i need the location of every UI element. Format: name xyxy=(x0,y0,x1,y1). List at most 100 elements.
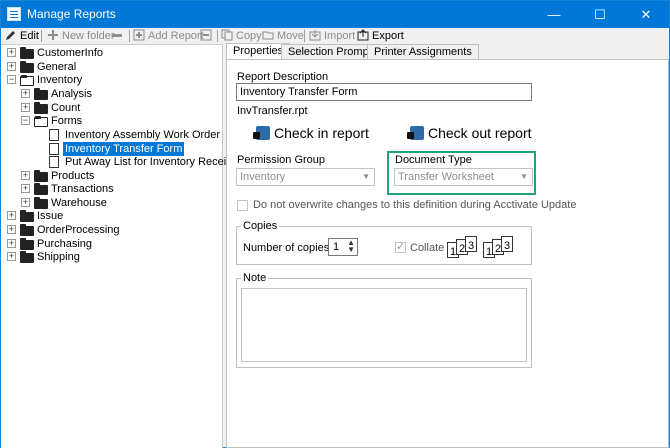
page-icon: 3 xyxy=(465,236,477,252)
number-of-copies-stepper[interactable]: 1 ▲ ▼ xyxy=(328,238,358,256)
folder-icon xyxy=(34,183,48,195)
title-bar: Manage Reports — ☐ ✕ xyxy=(1,1,669,28)
tree-item-label: Transactions xyxy=(51,183,114,195)
page-icon: 3 xyxy=(501,236,513,252)
import-button[interactable]: Import xyxy=(309,29,355,43)
stepper-arrows-icon[interactable]: ▲ ▼ xyxy=(347,239,355,254)
collate-checkbox[interactable] xyxy=(395,240,406,253)
permission-group-select[interactable]: Inventory ▼ xyxy=(236,168,375,186)
report-filename: InvTransfer.rpt xyxy=(237,105,308,117)
tree-item-label: Put Away List for Inventory Receipts xyxy=(65,156,241,168)
report-tree[interactable]: + CustomerInfo + General − Inventory + A… xyxy=(1,44,241,448)
export-label: Export xyxy=(372,30,404,42)
uncollate-pages-icon: 1 2 3 xyxy=(483,236,517,260)
folder-icon xyxy=(20,238,34,250)
expand-icon[interactable]: + xyxy=(21,103,30,112)
collapse-icon[interactable]: − xyxy=(7,75,16,84)
report-description-label: Report Description xyxy=(237,71,329,83)
check-out-report-button[interactable]: Check out report xyxy=(407,123,532,143)
plus-icon xyxy=(47,29,59,41)
collapse-icon[interactable]: − xyxy=(21,116,30,125)
tree-item-label: Inventory xyxy=(37,74,83,86)
new-folder-label: New folder xyxy=(62,30,115,42)
expand-icon[interactable]: + xyxy=(7,48,16,57)
note-group-title: Note xyxy=(241,272,269,284)
folder-icon xyxy=(20,210,34,222)
copies-group-title: Copies xyxy=(241,220,280,232)
chevron-down-icon: ▼ xyxy=(362,172,370,181)
import-icon xyxy=(309,29,321,41)
folder-icon xyxy=(20,251,34,263)
app-icon xyxy=(7,7,21,21)
expand-icon[interactable]: + xyxy=(7,225,16,234)
folder-open-icon xyxy=(20,75,34,86)
note-textarea[interactable] xyxy=(241,288,527,362)
properties-panel: Report Description Inventory Transfer Fo… xyxy=(226,59,669,448)
new-folder-button[interactable]: New folder xyxy=(47,29,115,43)
tree-item-label: General xyxy=(37,61,77,73)
delete-report-button[interactable] xyxy=(200,29,215,43)
check-in-label: Check in report xyxy=(274,125,369,141)
folder-icon xyxy=(20,224,34,236)
tree-item-label: Warehouse xyxy=(51,197,107,209)
minimize-button[interactable]: — xyxy=(531,1,577,28)
tree-item-label: Count xyxy=(51,102,81,114)
number-of-copies-label: Number of copies: xyxy=(243,242,333,254)
toolbar-separator xyxy=(41,30,42,42)
close-button[interactable]: ✕ xyxy=(623,1,669,28)
expand-icon[interactable]: + xyxy=(21,171,30,180)
expand-icon[interactable]: + xyxy=(7,252,16,261)
document-type-select[interactable]: Transfer Worksheet ▼ xyxy=(394,168,533,186)
delete-report-icon xyxy=(200,29,212,41)
edit-label: Edit xyxy=(20,30,39,42)
no-overwrite-label: Do not overwrite changes to this definit… xyxy=(253,199,577,211)
chevron-down-icon: ▼ xyxy=(520,172,528,181)
move-button[interactable]: Move xyxy=(262,29,304,43)
document-icon xyxy=(49,129,59,141)
permission-group-value: Inventory xyxy=(240,171,286,183)
minus-icon xyxy=(111,29,123,41)
folder-icon xyxy=(34,88,48,100)
copy-button[interactable]: Copy xyxy=(221,29,262,43)
tree-item-label: Products xyxy=(51,170,95,182)
toolbar: Edit New folder Add Report Copy Move Imp… xyxy=(1,28,669,44)
no-overwrite-checkbox[interactable] xyxy=(237,200,248,211)
check-in-icon xyxy=(253,126,270,140)
report-description-input[interactable]: Inventory Transfer Form xyxy=(236,83,532,101)
permission-group-label: Permission Group xyxy=(237,154,326,166)
check-in-report-button[interactable]: Check in report xyxy=(253,123,369,143)
expand-icon[interactable]: + xyxy=(7,211,16,220)
toolbar-separator xyxy=(129,30,130,42)
check-out-label: Check out report xyxy=(428,125,532,141)
export-icon xyxy=(357,29,369,41)
document-type-value: Transfer Worksheet xyxy=(398,171,494,183)
folder-icon xyxy=(34,197,48,209)
tree-item-label: Analysis xyxy=(51,88,92,100)
folder-open-icon xyxy=(34,116,48,127)
expand-icon[interactable]: + xyxy=(7,62,16,71)
copy-icon xyxy=(221,29,233,41)
add-report-label: Add Report xyxy=(148,30,204,42)
remove-button[interactable] xyxy=(111,29,126,43)
maximize-button[interactable]: ☐ xyxy=(577,1,623,28)
folder-icon xyxy=(20,61,34,73)
tree-item-label: CustomerInfo xyxy=(37,47,104,59)
toolbar-separator xyxy=(217,30,218,42)
export-button[interactable]: Export xyxy=(357,29,404,43)
expand-icon[interactable]: + xyxy=(7,239,16,248)
import-label: Import xyxy=(324,30,356,42)
tree-item-label: Purchasing xyxy=(37,238,93,250)
expand-icon[interactable]: + xyxy=(21,89,30,98)
copy-label: Copy xyxy=(236,30,262,42)
window-title: Manage Reports xyxy=(27,7,116,21)
collate-label: Collate xyxy=(410,242,445,254)
collate-pages-icon: 1 2 3 xyxy=(447,236,481,260)
add-report-button[interactable]: Add Report xyxy=(133,29,204,43)
expand-icon[interactable]: + xyxy=(21,198,30,207)
folder-icon xyxy=(34,102,48,114)
tab-printer-assignments[interactable]: Printer Assignments xyxy=(367,44,479,60)
document-type-label: Document Type xyxy=(395,154,472,166)
expand-icon[interactable]: + xyxy=(21,184,30,193)
tree-item-label: OrderProcessing xyxy=(37,224,120,236)
edit-button[interactable]: Edit xyxy=(5,29,39,43)
